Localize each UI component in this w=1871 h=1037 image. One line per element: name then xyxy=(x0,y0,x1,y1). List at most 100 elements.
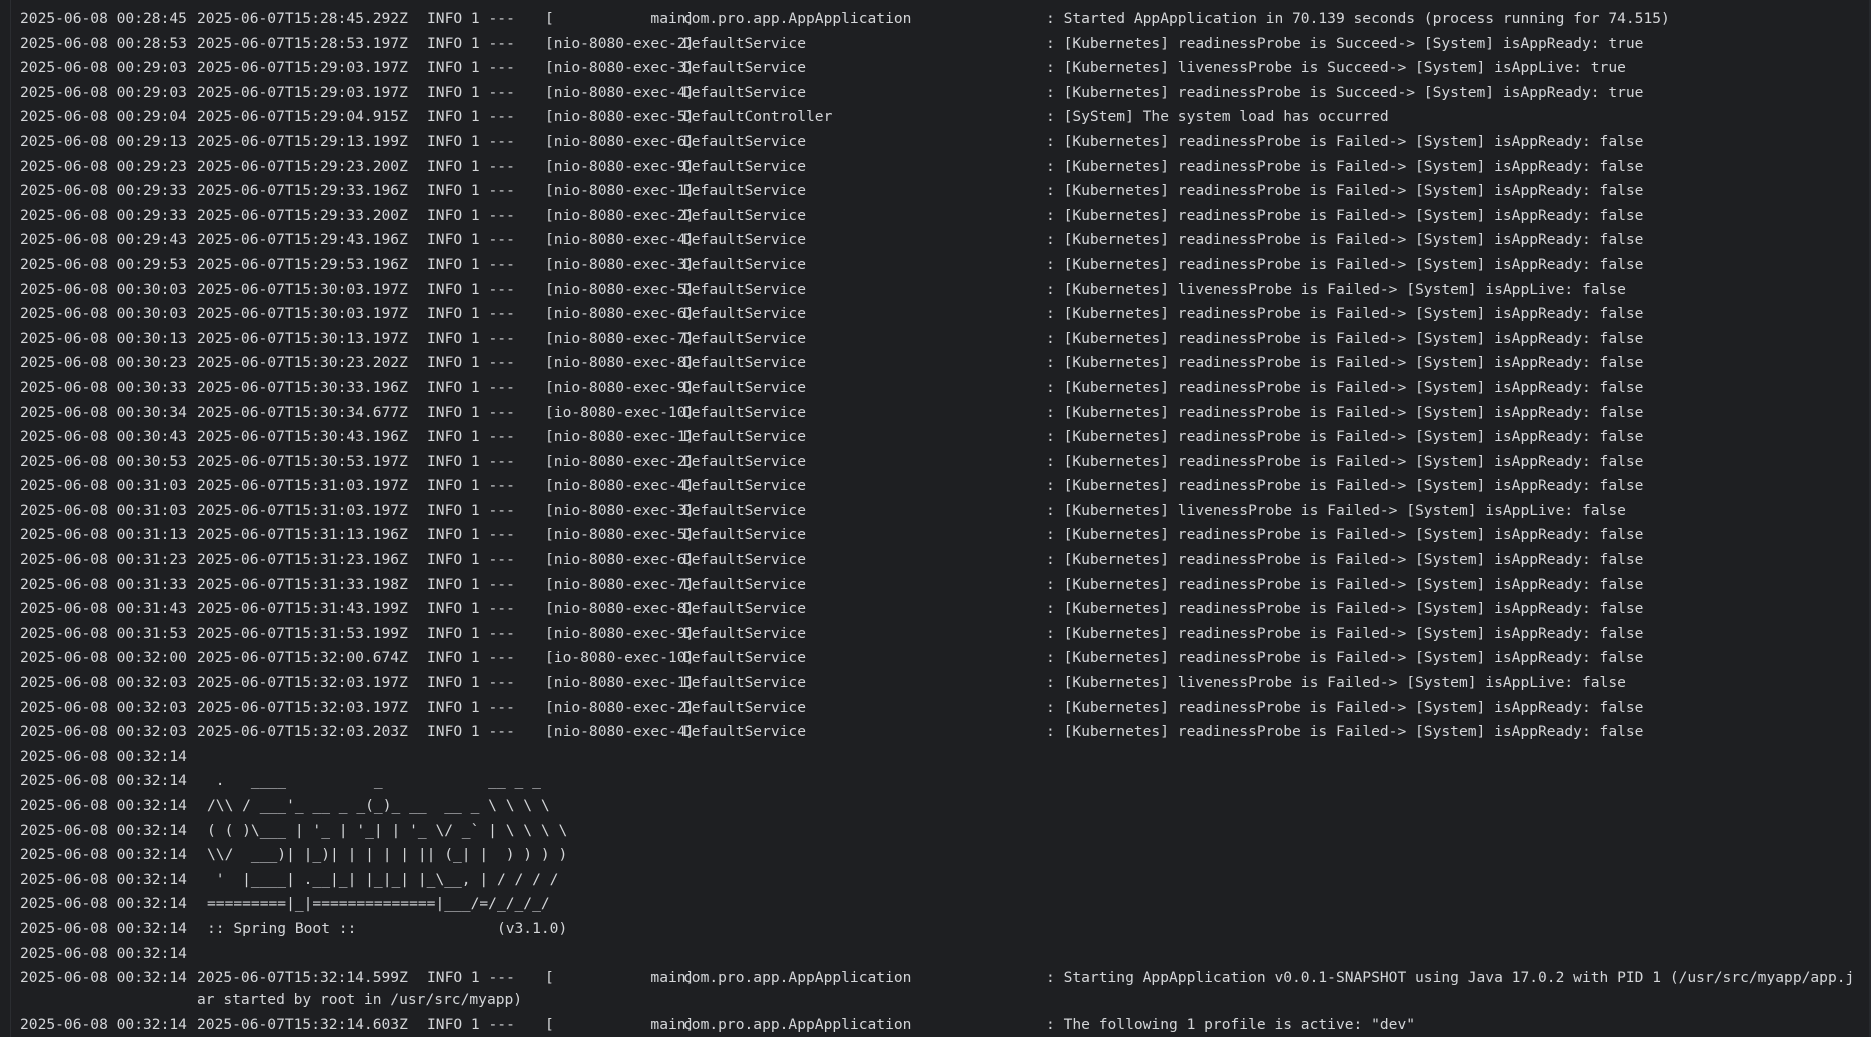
log-line[interactable]: 2025-06-08 00:31:33 2025-06-07T15:31:33.1… xyxy=(20,573,1861,598)
log-line[interactable]: 2025-06-08 00:30:13 2025-06-07T15:30:13.1… xyxy=(20,327,1861,352)
log-line[interactable]: 2025-06-08 00:30:03 2025-06-07T15:30:03.1… xyxy=(20,278,1861,303)
log-message: : [SyStem] The system load has occurred xyxy=(1046,108,1389,126)
spring-banner-text: =========|_|==============|___/=/_/_/_/ xyxy=(207,895,550,913)
log-level: INFO 1 --- xyxy=(427,305,515,323)
log-iso-time: 2025-06-07T15:30:13.197Z xyxy=(197,329,408,347)
log-level: INFO 1 --- xyxy=(427,551,515,569)
log-line[interactable]: 2025-06-08 00:29:04 2025-06-07T15:29:04.9… xyxy=(20,105,1861,130)
log-thread: [nio-8080-exec-2] xyxy=(545,698,695,716)
log-thread: [nio-8080-exec-6] xyxy=(545,132,695,150)
log-level: INFO 1 --- xyxy=(427,10,515,27)
log-level: INFO 1 --- xyxy=(427,674,515,692)
banner-line[interactable]: 2025-06-08 00:32:14 . ____ _ __ _ _ xyxy=(20,769,1861,794)
log-line[interactable]: 2025-06-08 00:29:03 2025-06-07T15:29:03.1… xyxy=(20,81,1861,106)
log-iso-time: 2025-06-07T15:29:13.199Z xyxy=(197,132,408,150)
log-line[interactable]: 2025-06-08 00:28:45 2025-06-07T15:28:45.2… xyxy=(20,7,1861,32)
log-line[interactable]: 2025-06-08 00:32:03 2025-06-07T15:32:03.2… xyxy=(20,720,1861,745)
log-timestamp: 2025-06-08 00:32:14 xyxy=(20,846,187,864)
log-iso-time: 2025-06-07T15:31:53.199Z xyxy=(197,624,408,642)
banner-line[interactable]: 2025-06-08 00:32:14 =========|_|=========… xyxy=(20,892,1861,917)
log-line[interactable]: 2025-06-08 00:32:14 2025-06-07T15:32:14.5… xyxy=(20,966,1861,1013)
log-timestamp: 2025-06-08 00:29:53 xyxy=(20,255,187,273)
log-level: INFO 1 --- xyxy=(427,280,515,298)
log-timestamp: 2025-06-08 00:32:14 xyxy=(20,747,187,765)
log-line[interactable]: 2025-06-08 00:31:53 2025-06-07T15:31:53.1… xyxy=(20,622,1861,647)
log-level: INFO 1 --- xyxy=(427,428,515,446)
banner-line[interactable]: 2025-06-08 00:32:14 xyxy=(20,745,1861,770)
banner-line[interactable]: 2025-06-08 00:32:14 xyxy=(20,942,1861,967)
log-line[interactable]: 2025-06-08 00:29:03 2025-06-07T15:29:03.1… xyxy=(20,56,1861,81)
log-line[interactable]: 2025-06-08 00:29:23 2025-06-07T15:29:23.2… xyxy=(20,155,1861,180)
log-logger: DefaultService xyxy=(683,477,807,495)
log-logger: DefaultService xyxy=(683,575,807,593)
log-line[interactable]: 2025-06-08 00:32:14 2025-06-07T15:32:14.6… xyxy=(20,1013,1861,1037)
log-timestamp: 2025-06-08 00:29:03 xyxy=(20,59,187,77)
banner-line[interactable]: 2025-06-08 00:32:14:: Spring Boot :: (v3… xyxy=(20,917,1861,942)
log-line[interactable]: 2025-06-08 00:30:03 2025-06-07T15:30:03.1… xyxy=(20,302,1861,327)
log-timestamp: 2025-06-08 00:29:03 xyxy=(20,83,187,101)
log-level: INFO 1 --- xyxy=(427,83,515,101)
log-line[interactable]: 2025-06-08 00:31:43 2025-06-07T15:31:43.1… xyxy=(20,597,1861,622)
log-iso-time: 2025-06-07T15:29:04.915Z xyxy=(197,108,408,126)
log-message: : [Kubernetes] readinessProbe is Failed-… xyxy=(1046,428,1644,446)
log-logger: DefaultService xyxy=(683,132,807,150)
log-logger: DefaultService xyxy=(683,526,807,544)
log-thread: [nio-8080-exec-3] xyxy=(545,59,695,77)
log-message: : [Kubernetes] readinessProbe is Failed-… xyxy=(1046,206,1644,224)
log-line[interactable]: 2025-06-08 00:29:43 2025-06-07T15:29:43.1… xyxy=(20,228,1861,253)
log-message: : [Kubernetes] readinessProbe is Failed-… xyxy=(1046,231,1644,249)
log-iso-time: 2025-06-07T15:30:03.197Z xyxy=(197,280,408,298)
log-logger: DefaultService xyxy=(683,452,807,470)
log-line[interactable]: 2025-06-08 00:30:23 2025-06-07T15:30:23.2… xyxy=(20,351,1861,376)
log-message: : [Kubernetes] livenessProbe is Failed->… xyxy=(1046,501,1626,519)
log-line[interactable]: 2025-06-08 00:31:23 2025-06-07T15:31:23.1… xyxy=(20,548,1861,573)
banner-line[interactable]: 2025-06-08 00:32:14 \\/ ___)| |_)| | | | … xyxy=(20,843,1861,868)
log-line[interactable]: 2025-06-08 00:31:03 2025-06-07T15:31:03.1… xyxy=(20,474,1861,499)
log-logger: DefaultService xyxy=(683,378,807,396)
log-line[interactable]: 2025-06-08 00:29:13 2025-06-07T15:29:13.1… xyxy=(20,130,1861,155)
log-line[interactable]: 2025-06-08 00:30:33 2025-06-07T15:30:33.1… xyxy=(20,376,1861,401)
log-thread: [nio-8080-exec-9] xyxy=(545,157,695,175)
log-timestamp: 2025-06-08 00:31:23 xyxy=(20,551,187,569)
log-message: : [Kubernetes] readinessProbe is Succeed… xyxy=(1046,34,1644,52)
log-line[interactable]: 2025-06-08 00:32:00 2025-06-07T15:32:00.6… xyxy=(20,646,1861,671)
banner-line[interactable]: 2025-06-08 00:32:14 ( ( )\___ | '_ | '_| … xyxy=(20,819,1861,844)
log-line[interactable]: 2025-06-08 00:32:03 2025-06-07T15:32:03.1… xyxy=(20,671,1861,696)
banner-line[interactable]: 2025-06-08 00:32:14 /\\ / ___'_ __ _ _(_)… xyxy=(20,794,1861,819)
log-line[interactable]: 2025-06-08 00:29:53 2025-06-07T15:29:53.1… xyxy=(20,253,1861,278)
log-iso-time: 2025-06-07T15:29:33.196Z xyxy=(197,182,408,200)
log-logger: DefaultService xyxy=(683,698,807,716)
log-logger: DefaultService xyxy=(683,600,807,618)
log-line[interactable]: 2025-06-08 00:32:03 2025-06-07T15:32:03.1… xyxy=(20,696,1861,721)
log-message: : [Kubernetes] livenessProbe is Succeed-… xyxy=(1046,59,1626,77)
log-line[interactable]: 2025-06-08 00:31:13 2025-06-07T15:31:13.1… xyxy=(20,523,1861,548)
log-iso-time: 2025-06-07T15:31:03.197Z xyxy=(197,477,408,495)
log-line[interactable]: 2025-06-08 00:30:43 2025-06-07T15:30:43.1… xyxy=(20,425,1861,450)
log-timestamp: 2025-06-08 00:31:03 xyxy=(20,477,187,495)
log-level: INFO 1 --- xyxy=(427,108,515,126)
log-logger: DefaultService xyxy=(683,501,807,519)
log-level: INFO 1 --- xyxy=(427,403,515,421)
gutter-divider xyxy=(10,0,11,1037)
log-line[interactable]: 2025-06-08 00:29:33 2025-06-07T15:29:33.2… xyxy=(20,204,1861,229)
banner-line[interactable]: 2025-06-08 00:32:14 ' |____| .__|_| |_|_… xyxy=(20,868,1861,893)
log-logger: DefaultService xyxy=(683,255,807,273)
log-line[interactable]: 2025-06-08 00:31:03 2025-06-07T15:31:03.1… xyxy=(20,499,1861,524)
log-message: : [Kubernetes] readinessProbe is Failed-… xyxy=(1046,157,1644,175)
log-line[interactable]: 2025-06-08 00:29:33 2025-06-07T15:29:33.1… xyxy=(20,179,1861,204)
log-iso-time: 2025-06-07T15:29:23.200Z xyxy=(197,157,408,175)
log-logger: DefaultService xyxy=(683,83,807,101)
log-timestamp: 2025-06-08 00:32:14 xyxy=(20,870,187,888)
log-iso-time: 2025-06-07T15:29:53.196Z xyxy=(197,255,408,273)
log-message: : [Kubernetes] livenessProbe is Failed->… xyxy=(1046,674,1626,692)
log-logger: DefaultService xyxy=(683,551,807,569)
spring-banner-text: ' |____| .__|_| |_|_| |_\__, | / / / / xyxy=(207,870,559,888)
log-message: : The following 1 profile is active: "de… xyxy=(1046,1016,1416,1034)
log-line[interactable]: 2025-06-08 00:30:53 2025-06-07T15:30:53.1… xyxy=(20,450,1861,475)
log-level: INFO 1 --- xyxy=(427,526,515,544)
log-timestamp: 2025-06-08 00:32:14 xyxy=(20,772,187,790)
log-line[interactable]: 2025-06-08 00:30:34 2025-06-07T15:30:34.6… xyxy=(20,401,1861,426)
log-line[interactable]: 2025-06-08 00:28:53 2025-06-07T15:28:53.1… xyxy=(20,32,1861,57)
log-console[interactable]: 2025-06-08 00:28:45 2025-06-07T15:28:45.2… xyxy=(0,0,1871,1037)
log-thread: [nio-8080-exec-8] xyxy=(545,354,695,372)
